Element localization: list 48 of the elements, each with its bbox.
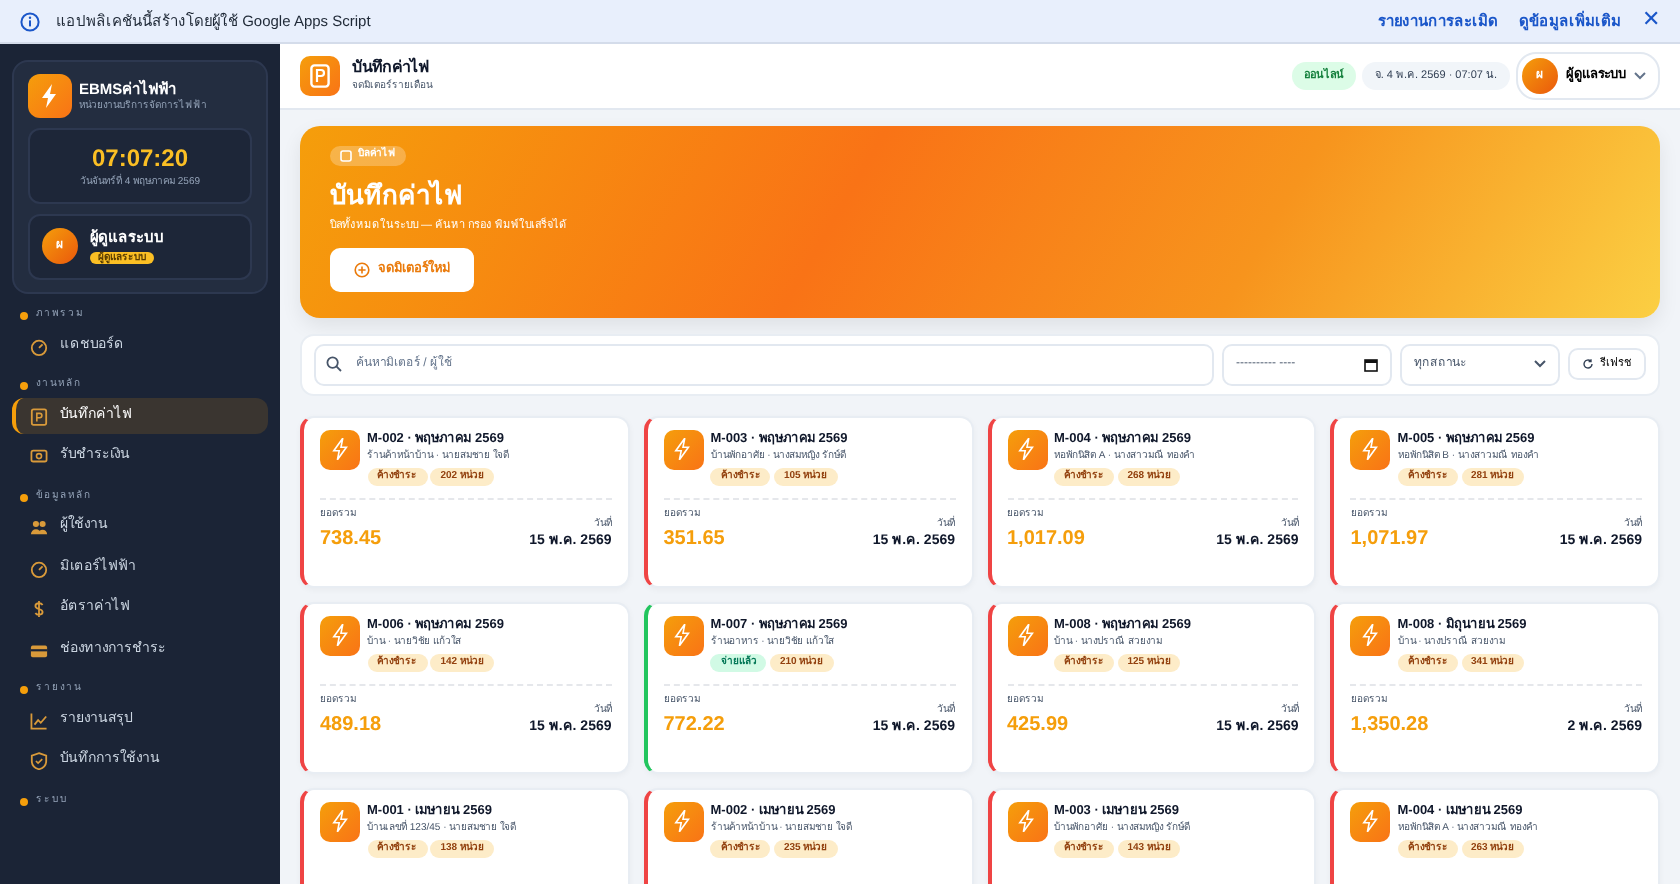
lightning-icon [320,801,360,842]
lightning-icon [663,801,704,842]
wallet-icon [30,641,48,659]
lightning-icon [663,429,704,470]
section-dot [20,493,28,501]
total-amount: 425.99 [1007,711,1069,740]
chevron-down-icon [1634,72,1646,80]
total-amount: 1,017.09 [1007,525,1085,554]
total-amount: 772.22 [663,711,725,740]
plus-circle-icon [354,261,370,278]
lightning-icon [1350,801,1391,842]
total-amount: 738.45 [320,525,382,554]
total-amount: 351.65 [663,525,725,554]
page-title: บันทึกค่าไฟ [352,56,432,79]
close-button[interactable]: ✕ [1642,10,1660,32]
section-dot [20,382,28,390]
section-dot [20,686,28,694]
section-dot [20,312,28,320]
refresh-icon [1582,358,1594,371]
dollar-icon [30,600,48,618]
gauge-icon [30,559,48,577]
lightning-icon [1007,429,1047,470]
gauge-icon [30,337,48,355]
lightning-icon [320,429,360,470]
chevron-down-icon [1534,360,1546,369]
shield-icon [30,752,48,770]
info-icon [20,11,40,31]
cash-icon [30,448,48,466]
logo-icon [28,74,72,118]
total-amount: 1,071.97 [1350,525,1429,554]
chart-icon [30,711,48,729]
lightning-icon [1350,429,1391,470]
hero-title: บันทึกค่าไฟ [330,177,464,215]
search-icon [326,356,342,373]
lightning-icon [1350,615,1391,656]
lightning-icon [1007,801,1047,842]
calendar-icon [1364,357,1378,372]
total-amount: 1,350.28 [1350,711,1429,740]
document-icon [30,407,48,425]
section-dot [20,797,28,805]
users-icon [30,518,48,536]
bill-icon [300,56,340,96]
lightning-icon [663,615,704,656]
clock-time: 07:07:20 [89,142,191,173]
total-amount: 489.18 [320,711,382,740]
document-icon [340,149,352,162]
lightning-icon [320,615,360,656]
lightning-icon [1007,615,1047,656]
